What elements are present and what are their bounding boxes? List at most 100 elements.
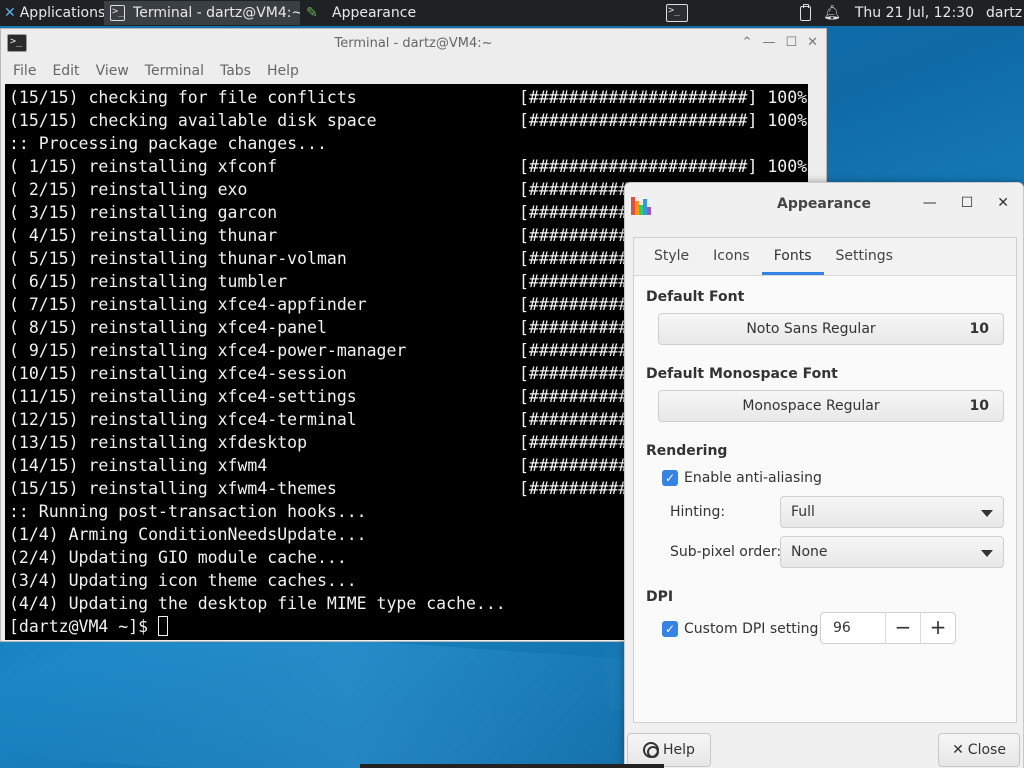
hinting-value: Full [791,504,815,520]
default-font-size: 10 [969,321,989,337]
taskbar-item-terminal[interactable]: >_ Terminal - dartz@VM4:~ [104,1,300,25]
terminal-progress-bar: [######################] 100% [519,88,808,107]
terminal-line-text: ( 2/15) reinstalling exo [9,180,248,199]
chevron-down-icon [981,510,993,517]
panel-user-menu[interactable]: dartz [986,5,1024,21]
subpixel-dropdown[interactable]: None [780,536,1004,568]
default-font-button[interactable]: Noto Sans Regular 10 [658,313,1004,345]
terminal-line-text: (10/15) reinstalling xfce4-session [9,364,347,383]
menu-terminal[interactable]: Terminal [137,63,212,79]
maximize-icon[interactable]: ☐ [785,35,797,50]
terminal-line-text: (15/15) checking for file conflicts [9,88,357,107]
checkmark-icon: ✓ [662,470,678,486]
help-button-label: Help [663,742,695,758]
dpi-decrement-button[interactable]: − [885,613,920,643]
dpi-increment-button[interactable]: + [920,613,955,643]
terminal-line-text: ( 6/15) reinstalling tumbler [9,272,288,291]
terminal-line-text: ( 9/15) reinstalling xfce4-power-manager [9,341,407,360]
bottom-panel-edge [360,764,664,768]
shade-icon[interactable]: ⌃ [742,35,753,50]
terminal-window-title: Terminal - dartz@VM4:~ [334,36,493,51]
appearance-window: Appearance — ☐ ✕ Style Icons Fonts Setti… [624,182,1024,768]
menu-help[interactable]: Help [259,63,307,79]
antialias-checkbox[interactable]: ✓ Enable anti-aliasing [662,470,822,486]
monospace-font-name: Monospace Regular [742,398,880,414]
taskbar-item-appearance[interactable]: ✎ Appearance [300,1,490,25]
applications-menu-button[interactable]: ✕ Applications [0,0,104,26]
terminal-line-text: (12/15) reinstalling xfce4-terminal [9,410,357,429]
rendering-heading: Rendering [646,443,728,459]
terminal-line-text: (3/4) Updating icon theme caches... [9,571,357,590]
tab-icons[interactable]: Icons [701,238,762,275]
terminal-progress-bar: [########## [519,249,629,268]
terminal-progress-bar: [########## [519,226,629,245]
terminal-progress-bar: [########## [519,180,629,199]
appearance-titlebar[interactable]: Appearance — ☐ ✕ [625,183,1023,227]
custom-dpi-checkbox[interactable]: ✓ Custom DPI setting: [662,621,823,637]
minimize-icon[interactable]: — [762,35,775,50]
subpixel-value: None [791,544,828,560]
help-button[interactable]: Help [627,733,711,767]
hinting-dropdown[interactable]: Full [780,496,1004,528]
close-icon[interactable]: ✕ [807,35,818,50]
terminal-progress-bar: [########## [519,272,629,291]
terminal-line-text: (14/15) reinstalling xfwm4 [9,456,268,475]
terminal-cursor [158,616,169,636]
close-icon[interactable]: ✕ [997,195,1009,211]
subpixel-label: Sub-pixel order: [670,544,782,560]
terminal-line: ( 1/15) reinstalling xfconf [############… [9,155,808,178]
notification-bell-icon[interactable]: 🔔︎ [823,5,841,21]
dpi-spinbutton: 96 − + [820,612,956,644]
window-controls: — ☐ ✕ [923,195,1009,211]
dpi-value-input[interactable]: 96 [821,613,885,643]
terminal-progress-bar: [######################] 100% [519,111,808,130]
tab-bar: Style Icons Fonts Settings [634,238,1016,276]
terminal-progress-bar: [########## [519,364,629,383]
terminal-progress-bar: [########## [519,295,629,314]
checkmark-icon: ✓ [662,621,678,637]
clipboard-icon[interactable] [800,3,812,21]
terminal-progress-bar: [########## [519,318,629,337]
applications-menu-label: Applications [19,5,104,21]
terminal-line-text: :: Running post-transaction hooks... [9,502,367,521]
terminal-line-text: (11/15) reinstalling xfce4-settings [9,387,357,406]
terminal-line-text: ( 5/15) reinstalling thunar-volman [9,249,347,268]
terminal-line-text: (4/4) Updating the desktop file MIME typ… [9,594,506,613]
terminal-icon: >_ [110,5,126,21]
close-icon: ✕ [952,742,964,758]
terminal-progress-bar: [########## [519,433,629,452]
hinting-label: Hinting: [670,504,726,520]
terminal-line-text: ( 1/15) reinstalling xfconf [9,157,278,176]
terminal-progress-bar: [########## [519,410,629,429]
monospace-font-size: 10 [969,398,989,414]
tab-style[interactable]: Style [642,238,701,275]
terminal-progress-bar: [########## [519,203,629,222]
terminal-line-text: :: Processing package changes... [9,134,327,153]
monospace-font-button[interactable]: Monospace Regular 10 [658,390,1004,422]
close-button[interactable]: ✕ Close [938,733,1020,767]
terminal-line: :: Processing package changes... [9,132,808,155]
terminal-prompt: [dartz@VM4 ~]$ [9,617,159,636]
terminal-titlebar[interactable]: >_ Terminal - dartz@VM4:~ ⌃ — ☐ ✕ [1,29,826,59]
terminal-line-text: (1/4) Arming ConditionNeedsUpdate... [9,525,367,544]
panel-clock[interactable]: Thu 21 Jul, 12:30 [855,5,974,21]
minimize-icon[interactable]: — [923,195,937,211]
menu-file[interactable]: File [5,63,44,79]
terminal-line-text: (15/15) checking available disk space [9,111,377,130]
terminal-line-text: ( 3/15) reinstalling garcon [9,203,278,222]
terminal-icon: >_ [666,4,689,22]
terminal-progress-bar: [########## [519,479,629,498]
menu-edit[interactable]: Edit [44,63,87,79]
terminal-menubar: File Edit View Terminal Tabs Help [1,59,826,83]
maximize-icon[interactable]: ☐ [961,195,974,211]
panel-terminal-launcher[interactable]: >_ [662,2,692,24]
chevron-down-icon [981,550,993,557]
terminal-progress-bar: [########## [519,456,629,475]
menu-tabs[interactable]: Tabs [212,63,259,79]
top-panel: ✕ Applications >_ Terminal - dartz@VM4:~… [0,0,1024,26]
terminal-line-text: ( 7/15) reinstalling xfce4-appfinder [9,295,367,314]
tab-settings[interactable]: Settings [824,238,905,275]
custom-dpi-label: Custom DPI setting: [684,621,824,637]
tab-fonts[interactable]: Fonts [761,238,824,275]
menu-view[interactable]: View [88,63,137,79]
